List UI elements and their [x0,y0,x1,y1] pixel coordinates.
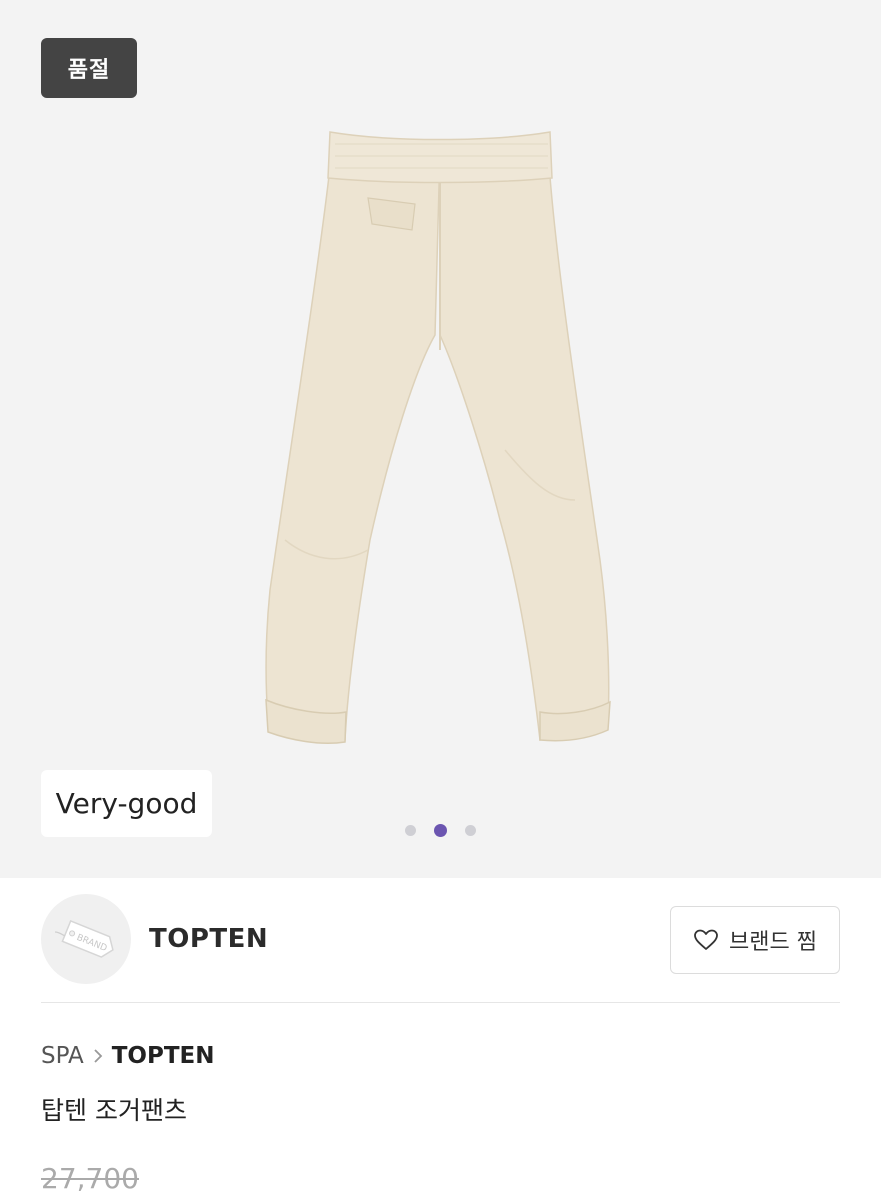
brand-tag-icon: BRAND [54,919,114,958]
chevron-right-icon [92,1047,104,1065]
carousel-dot[interactable] [465,825,476,836]
brand-name[interactable]: TOPTEN [149,924,268,954]
breadcrumb: SPA TOPTEN [41,1043,214,1069]
breadcrumb-category[interactable]: SPA [41,1043,84,1069]
brand-logo[interactable]: BRAND [41,894,131,984]
divider [41,1002,840,1003]
brand-favorite-button[interactable]: 브랜드 찜 [670,906,840,974]
breadcrumb-brand[interactable]: TOPTEN [112,1043,215,1069]
brand-row: BRAND TOPTEN 브랜드 찜 [41,893,840,985]
product-title: 탑텐 조거팬츠 [41,1096,187,1125]
soldout-badge: 품절 [41,38,137,98]
carousel-indicator [405,824,476,837]
heart-icon [694,929,718,950]
brand-favorite-label: 브랜드 찜 [729,930,817,955]
condition-badge: Very-good [41,770,212,837]
product-image-gallery[interactable]: 품절 Very-good [0,0,881,878]
product-image [265,131,611,745]
carousel-dot[interactable] [405,825,416,836]
carousel-dot-active[interactable] [434,824,447,837]
original-price: 27,700 [41,1162,139,1195]
